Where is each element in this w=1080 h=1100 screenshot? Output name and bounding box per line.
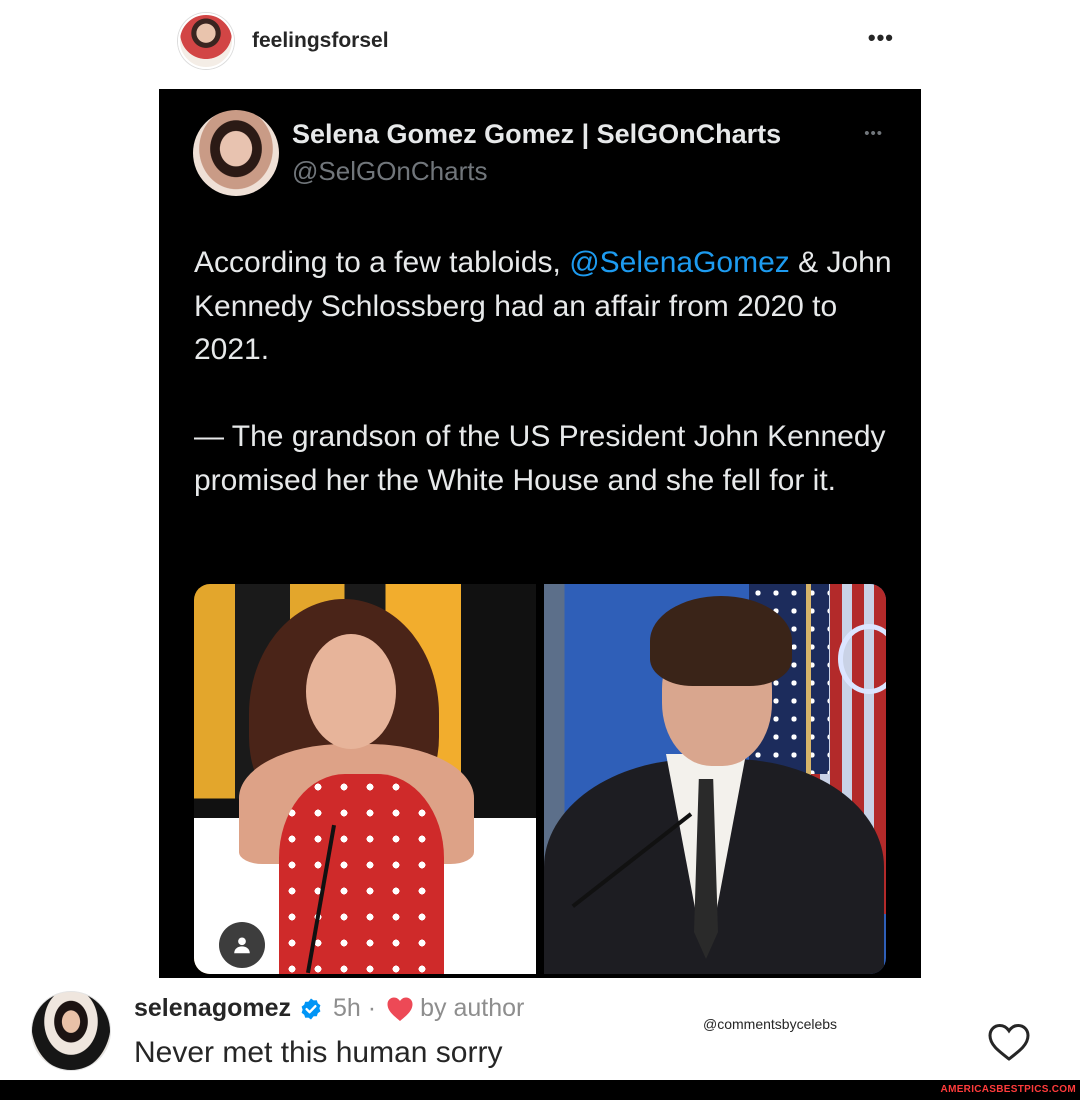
person-tag-icon[interactable] <box>219 922 265 968</box>
tweet-paragraph-1: According to a few tabloids, @SelenaGome… <box>194 246 892 366</box>
watermark: AMERICASBESTPICS.COM <box>940 1084 1076 1095</box>
post-author-username[interactable]: feelingsforsel <box>252 29 389 53</box>
tweet-photos <box>194 584 886 974</box>
post-more-options-icon[interactable]: ••• <box>868 25 894 51</box>
footer-bar: AMERICASBESTPICS.COM <box>0 1080 1080 1100</box>
comment-text: Never met this human sorry <box>134 1036 503 1069</box>
tweet-more-icon: ••• <box>864 125 883 142</box>
comment-time: 5h · <box>333 994 377 1022</box>
heart-outline-icon[interactable] <box>987 1022 1031 1062</box>
tweet-author-avatar <box>193 110 279 196</box>
tweet-display-name: Selena Gomez Gomez | SelGOnCharts <box>292 119 782 149</box>
tweet-screenshot: Selena Gomez Gomez | SelGOnCharts @SelGO… <box>159 89 921 978</box>
post-author-avatar[interactable] <box>178 13 234 69</box>
page: feelingsforsel ••• Selena Gomez Gomez | … <box>0 0 1080 1100</box>
tweet-mention: @SelenaGomez <box>569 246 790 279</box>
filled-heart-icon <box>387 997 413 1021</box>
photo-man-at-podium <box>544 584 886 974</box>
by-author-label: by author <box>420 994 525 1022</box>
comment-header: selenagomez 5h · by author <box>134 994 524 1023</box>
post-header: feelingsforsel ••• <box>178 13 908 69</box>
tweet-handle: @SelGOnCharts <box>292 156 488 186</box>
commenter-username[interactable]: selenagomez <box>134 994 291 1023</box>
verified-badge-icon <box>301 998 321 1019</box>
photo-woman-red-dress <box>194 584 536 974</box>
tweet-paragraph-2: — The grandson of the US President John … <box>194 420 886 497</box>
commenter-avatar[interactable] <box>31 991 111 1071</box>
tweet-text: According to a few tabloids, @SelenaGome… <box>194 241 894 546</box>
comment-meta: 5h · by author <box>333 994 524 1023</box>
credit-label: @commentsbycelebs <box>703 1016 838 1032</box>
